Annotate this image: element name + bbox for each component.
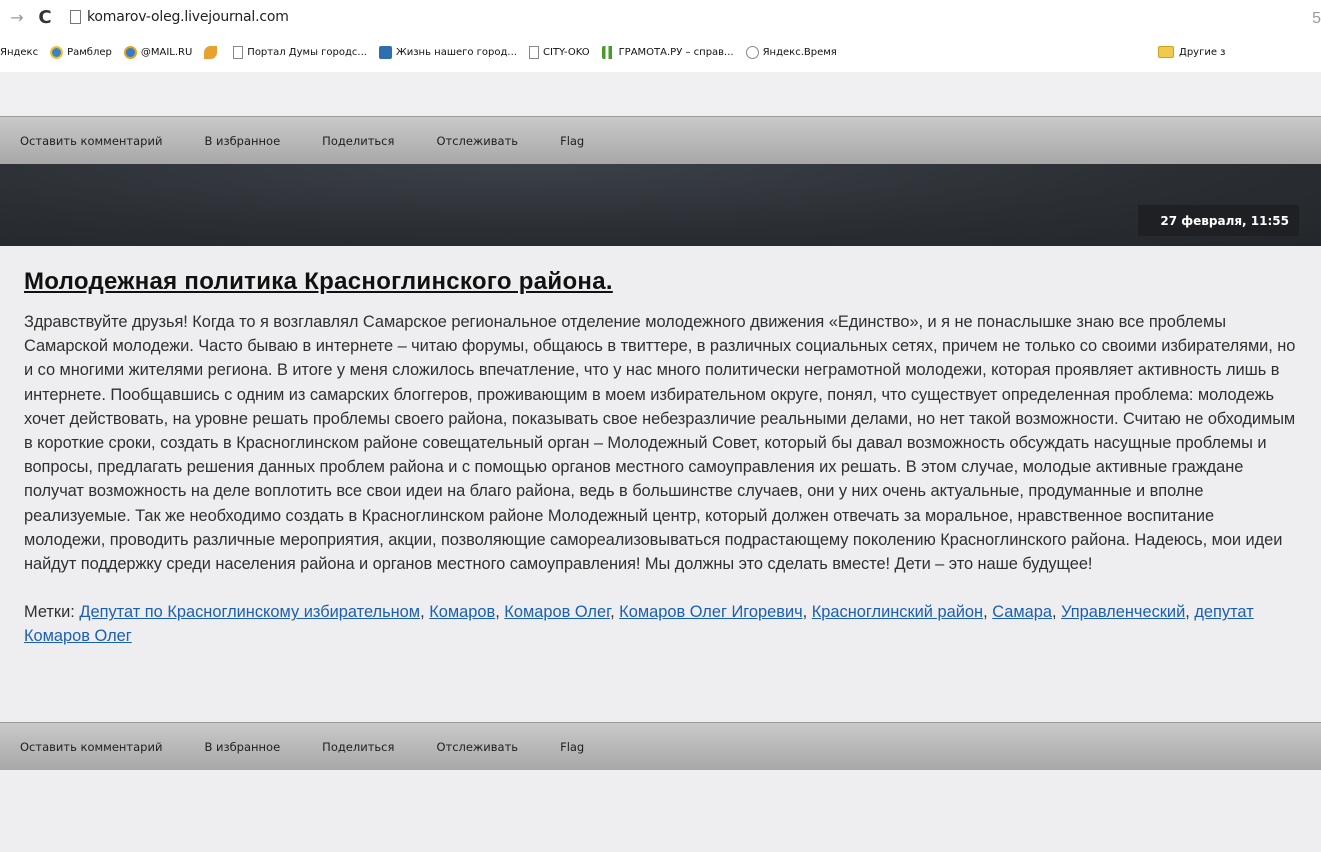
rambler-icon [50,45,64,59]
bottom-action-bar: Оставить комментарий В избранное Поделит… [0,722,1321,770]
bookmark-label: Портал Думы городс... [247,46,367,58]
post-tags: Метки: Депутат по Красноглинскому избира… [24,603,1254,646]
bookmarks-bar: Яндекс Рамблер @MAIL.RU Портал Думы горо… [0,32,1321,72]
page-spacer [0,72,1321,116]
tag-link[interactable]: Управленческий [1061,603,1185,621]
top-action-bar: Оставить комментарий В избранное Поделит… [0,116,1321,164]
bookmark-label: Рамблер [67,46,112,58]
leaf-icon [204,45,218,59]
page-content: Оставить комментарий В избранное Поделит… [0,72,1321,852]
bookmark-label: Яндекс.Время [762,46,837,58]
flag-link[interactable]: Flag [560,740,584,754]
post-body: Здравствуйте друзья! Когда то я возглавл… [24,313,1296,574]
page-icon [70,10,81,24]
leave-comment-link[interactable]: Оставить комментарий [20,740,162,754]
bookmark-label: @MAIL.RU [140,46,193,58]
add-to-favorites-link[interactable]: В избранное [204,134,280,148]
tag-link[interactable]: Комаров Олег [504,603,610,621]
bookmark-mailru[interactable]: @MAIL.RU [123,45,193,59]
bookmark-gramota[interactable]: ГРАМОТА.РУ – справ... [601,45,734,59]
post-header-band: 27 февраля, 11:55 [0,164,1321,246]
browser-toolbar: → C komarov-oleg.livejournal.com 5 Яндек… [0,0,1321,72]
address-bar[interactable]: komarov-oleg.livejournal.com [87,9,289,25]
address-row: → C komarov-oleg.livejournal.com 5 [0,4,1321,30]
tag-link[interactable]: Комаров Олег Игоревич [619,603,802,621]
track-link[interactable]: Отслеживать [436,134,518,148]
tag-link[interactable]: Комаров [429,603,495,621]
bookmark-label: ГРАМОТА.РУ – справ... [618,46,734,58]
bookmark-city-life[interactable]: Жизнь нашего город... [378,45,517,59]
flag-link[interactable]: Flag [560,134,584,148]
share-link[interactable]: Поделиться [322,740,394,754]
tag-link[interactable]: Красноглинский район [812,603,983,621]
post-content: Молодежная политика Красноглинского райо… [0,246,1321,722]
page-icon [528,45,539,59]
bookmark-duma[interactable]: Портал Думы городс... [233,45,367,59]
bookmark-city-oko[interactable]: CITY-OKO [528,45,590,59]
other-bookmarks-label: Другие з [1179,46,1226,58]
bookmark-label: Жизнь нашего город... [395,46,517,58]
bookmark-rambler[interactable]: Рамблер [50,45,112,59]
share-link[interactable]: Поделиться [322,134,394,148]
tag-link[interactable]: Самара [992,603,1052,621]
post-title[interactable]: Молодежная политика Красноглинского райо… [24,268,1297,296]
bookmark-leaf[interactable] [204,45,221,59]
folder-icon [1158,46,1174,58]
reload-icon[interactable]: C [34,7,56,28]
bookmark-yandex-time[interactable]: Яндекс.Время [745,45,837,59]
add-to-favorites-link[interactable]: В избранное [204,740,280,754]
city-life-icon [378,45,392,59]
menu-icon[interactable]: 5 [1312,10,1321,28]
tags-label: Метки: [24,603,75,622]
track-link[interactable]: Отслеживать [436,740,518,754]
post-date: 27 февраля, 11:55 [1138,205,1299,236]
page-icon [233,45,244,59]
other-bookmarks[interactable]: Другие з [1158,32,1225,72]
mailru-icon [123,45,137,59]
bookmark-label: Яндекс [0,46,39,58]
bookmark-label: CITY-OKO [542,46,590,58]
tag-link[interactable]: Депутат по Красноглинскому избирательном [79,603,420,621]
gramota-icon [601,45,615,59]
forward-icon[interactable]: → [6,8,28,27]
clock-icon [745,45,759,59]
bookmark-yandex[interactable]: Яндекс [0,47,38,58]
leave-comment-link[interactable]: Оставить комментарий [20,134,162,148]
